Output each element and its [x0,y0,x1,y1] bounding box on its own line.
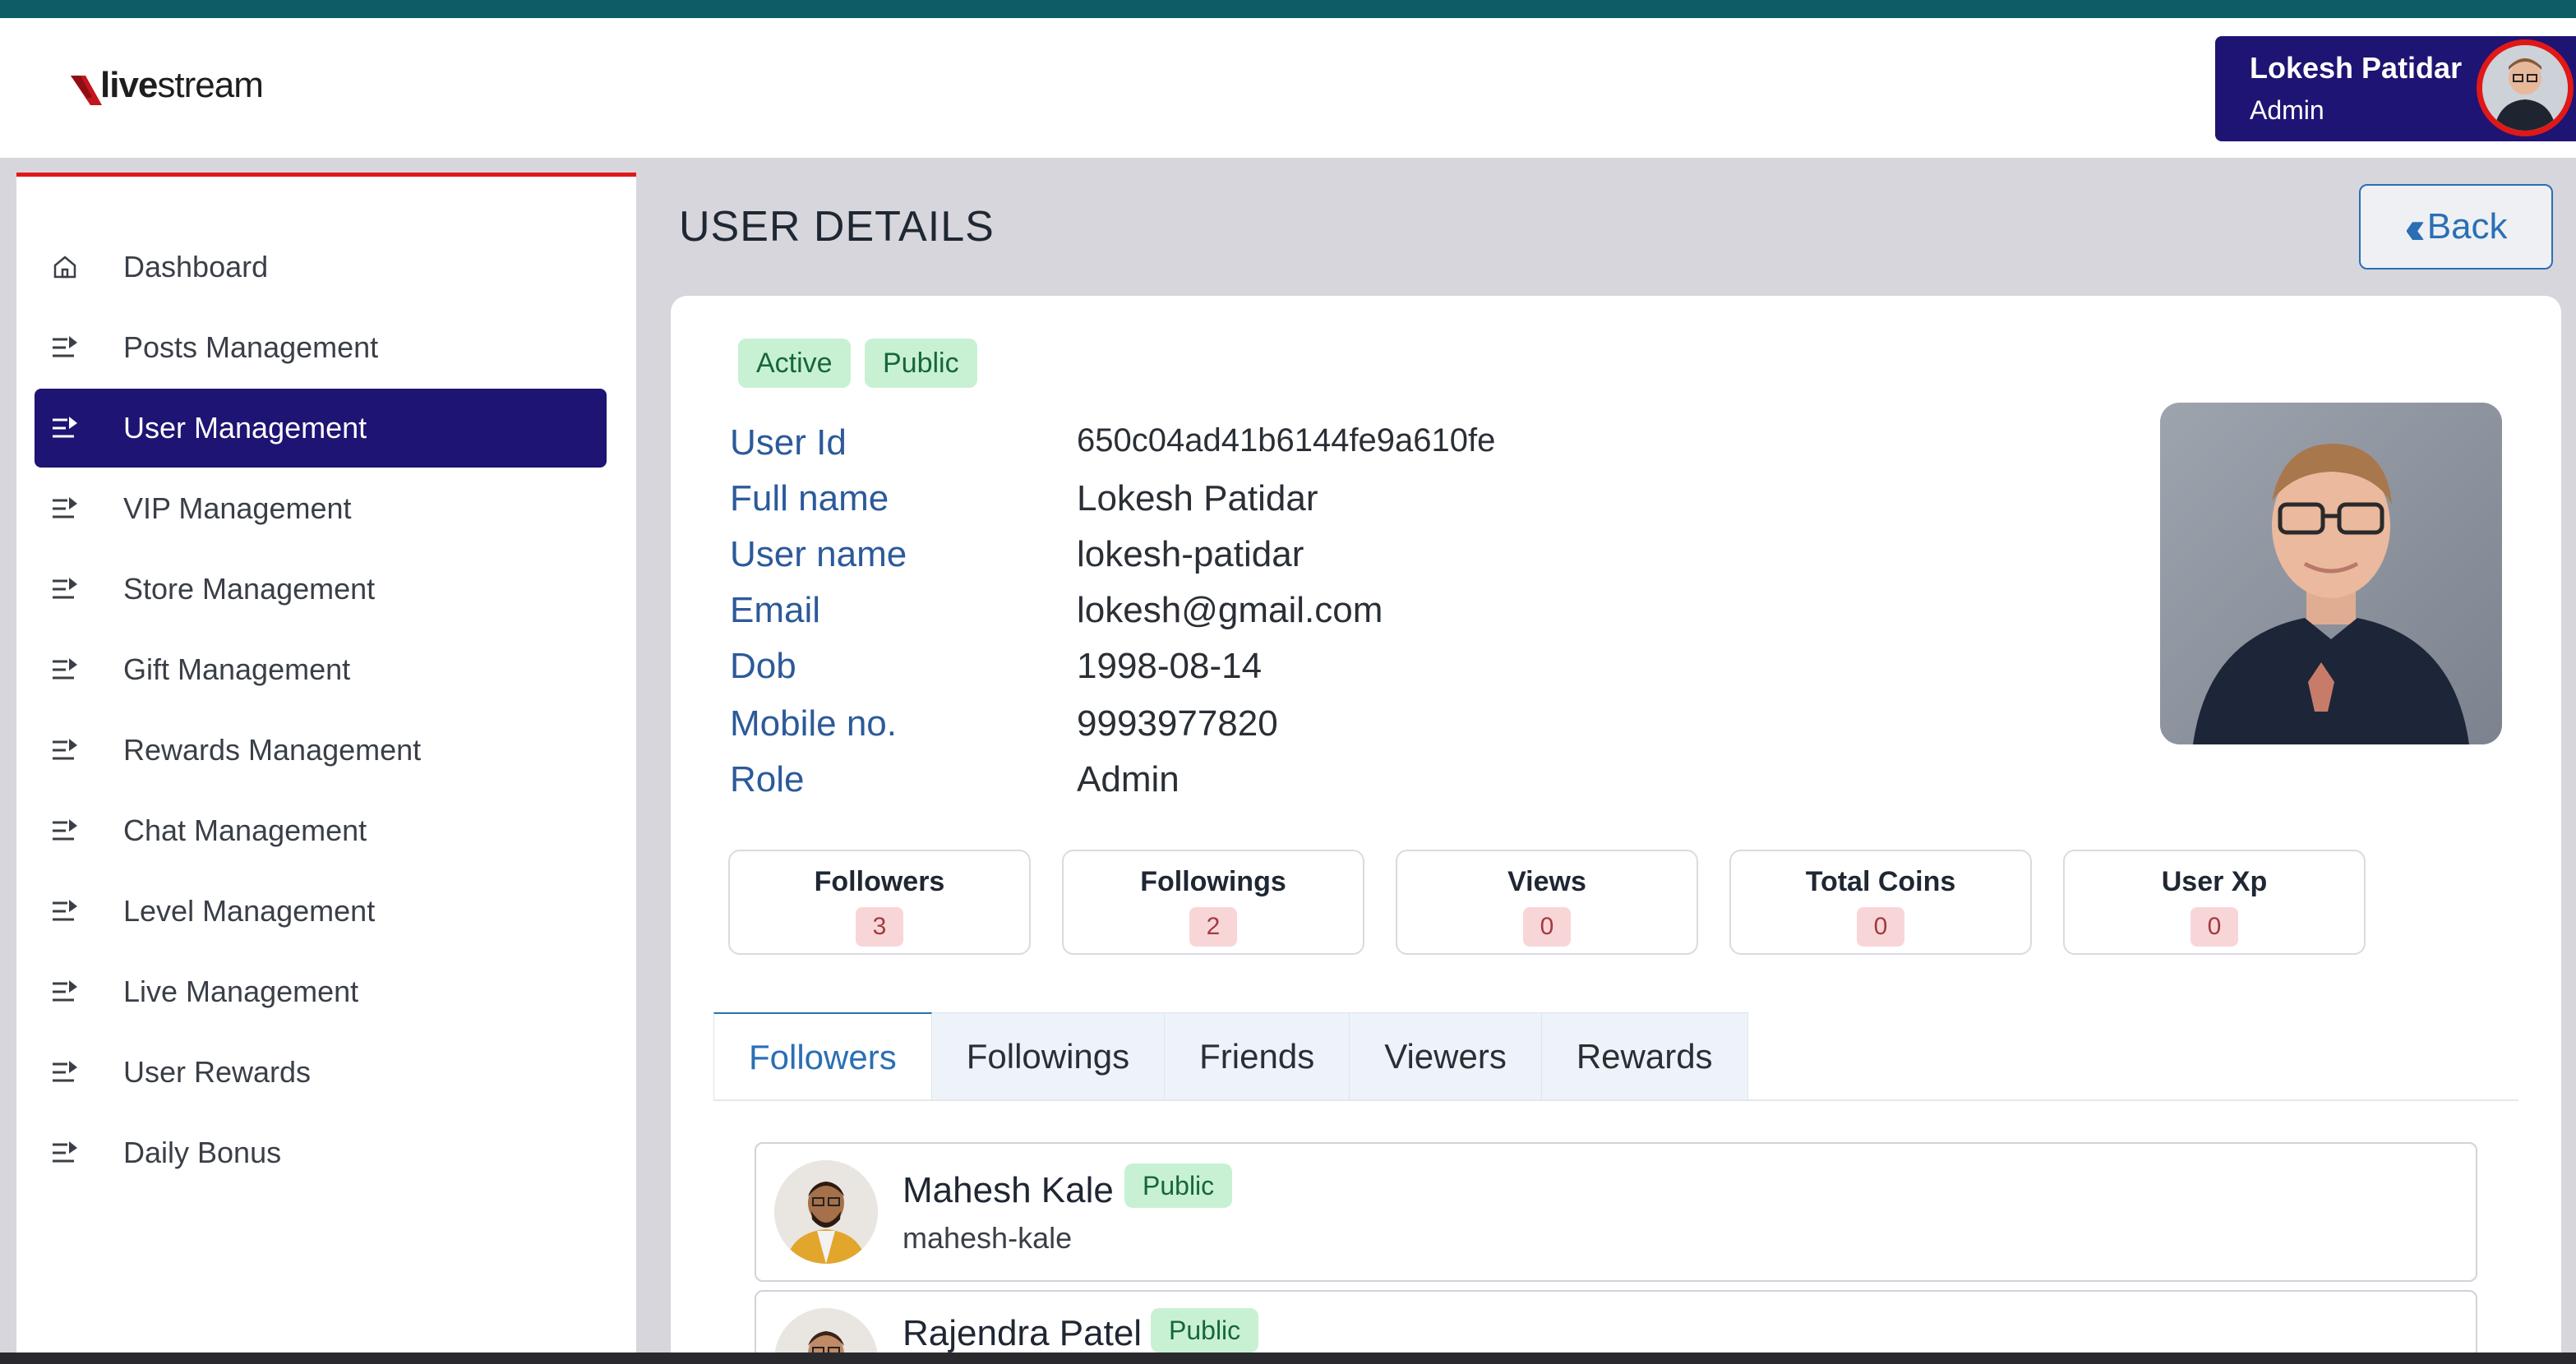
sidebar-item-vip-management[interactable]: VIP Management [35,469,607,548]
stat-user-xp: User Xp 0 [2063,850,2366,955]
list-arrow-icon [51,979,100,1004]
sidebar-item-label: User Rewards [123,1055,312,1089]
home-icon [51,253,100,281]
sidebar-item-label: Gift Management [123,652,351,686]
stat-label: Views [1507,866,1586,897]
sidebar-item-gift-management[interactable]: Gift Management [35,630,607,709]
follower-name: Rajendra Patel [903,1313,1143,1353]
email-value: lokesh@gmail.com [1077,590,1383,630]
back-button-label: Back [2426,206,2508,247]
dob-label: Dob [730,646,796,686]
list-arrow-icon [51,738,100,763]
sidebar-item-label: Live Management [123,975,359,1008]
bottom-edge-strip [0,1352,2576,1364]
sidebar-item-label: Rewards Management [123,733,422,767]
list-arrow-icon [51,1060,100,1085]
sidebar-item-dashboard[interactable]: Dashboard [35,228,607,306]
role-label: Role [730,759,805,800]
dob-value: 1998-08-14 [1077,646,1263,686]
user-name-value: lokesh-patidar [1077,534,1304,574]
list-arrow-icon [51,496,100,521]
stat-label: User Xp [2161,866,2268,897]
list-arrow-icon [51,1141,100,1165]
page-title: USER DETAILS [679,203,995,251]
avatar [774,1160,878,1264]
stat-label: Followings [1140,866,1286,897]
tab-friends[interactable]: Friends [1165,1012,1350,1101]
tabs-divider [713,1099,2518,1101]
stat-value-badge: 0 [2191,907,2238,947]
sidebar-item-label: Chat Management [123,813,367,847]
double-chevron-left-icon: ‹‹ [2404,200,2426,253]
stat-views: Views 0 [1396,850,1698,955]
mobile-label: Mobile no. [730,703,898,744]
stat-followers: Followers 3 [728,850,1031,955]
tab-followers[interactable]: Followers [713,1012,932,1101]
details-tabs: Followers Followings Friends Viewers Rew… [713,1012,1748,1101]
sidebar-item-label: Daily Bonus [123,1136,282,1169]
stat-label: Followers [814,866,945,897]
list-arrow-icon [51,416,100,440]
full-name-value: Lokesh Patidar [1077,478,1318,518]
user-name-label: User name [730,534,907,574]
status-badge: Active [738,339,851,388]
brand-logo[interactable]: livestream [69,65,264,105]
role-value: Admin [1077,759,1180,800]
sidebar-item-label: Dashboard [123,250,269,283]
tab-followings[interactable]: Followings [931,1012,1166,1101]
sidebar-item-live-management[interactable]: Live Management [35,952,607,1031]
profile-photo [2160,403,2502,744]
top-accent-strip [0,0,2576,18]
visibility-badge: Public [1124,1164,1233,1208]
tab-viewers[interactable]: Viewers [1350,1012,1542,1101]
current-user-role: Admin [2250,95,2324,125]
stat-followings: Followings 2 [1062,850,1364,955]
follower-name: Mahesh Kale [903,1170,1114,1210]
stat-total-coins: Total Coins 0 [1729,850,2032,955]
app-header: livestream Lokesh Patidar Admin [0,18,2576,158]
email-label: Email [730,590,821,630]
full-name-label: Full name [730,478,889,518]
sidebar-item-label: Level Management [123,894,376,928]
stat-label: Total Coins [1805,866,1956,897]
user-id-label: User Id [730,422,847,463]
mobile-value: 9993977820 [1077,703,1278,744]
list-arrow-icon [51,657,100,682]
list-arrow-icon [51,335,100,360]
sidebar-item-store-management[interactable]: Store Management [35,550,607,629]
list-arrow-icon [51,899,100,924]
sidebar-item-daily-bonus[interactable]: Daily Bonus [35,1113,607,1192]
follower-username: mahesh-kale [903,1221,1073,1255]
sidebar-item-label: Posts Management [123,330,379,364]
stat-value-badge: 3 [856,907,903,947]
tab-rewards[interactable]: Rewards [1541,1012,1748,1101]
list-arrow-icon [51,577,100,601]
sidebar-item-chat-management[interactable]: Chat Management [35,791,607,870]
back-button[interactable]: ‹‹ Back [2359,184,2553,270]
stat-value-badge: 0 [1523,907,1571,947]
sidebar-item-label: Store Management [123,572,376,606]
sidebar-item-rewards-management[interactable]: Rewards Management [35,711,607,790]
visibility-badge: Public [865,339,977,388]
logo-text: livestream [100,65,264,105]
logo-mark-icon [69,72,102,105]
sidebar-nav: Dashboard Posts Management User Manageme… [16,173,636,1364]
current-user-name: Lokesh Patidar [2250,51,2463,85]
list-item[interactable]: Mahesh Kale Public mahesh-kale [755,1142,2477,1282]
visibility-badge: Public [1151,1308,1259,1352]
list-arrow-icon [51,818,100,843]
sidebar-item-user-rewards[interactable]: User Rewards [35,1033,607,1112]
sidebar-item-label: VIP Management [123,491,352,525]
stat-value-badge: 0 [1857,907,1904,947]
current-user-menu[interactable]: Lokesh Patidar Admin [2215,36,2576,141]
sidebar-item-label: User Management [123,411,367,445]
stat-value-badge: 2 [1189,907,1237,947]
sidebar-item-level-management[interactable]: Level Management [35,872,607,951]
user-id-value: 650c04ad41b6144fe9a610fe [1077,422,1496,459]
sidebar-item-posts-management[interactable]: Posts Management [35,308,607,387]
sidebar-item-user-management[interactable]: User Management [35,389,607,468]
current-user-avatar[interactable] [2477,39,2574,136]
